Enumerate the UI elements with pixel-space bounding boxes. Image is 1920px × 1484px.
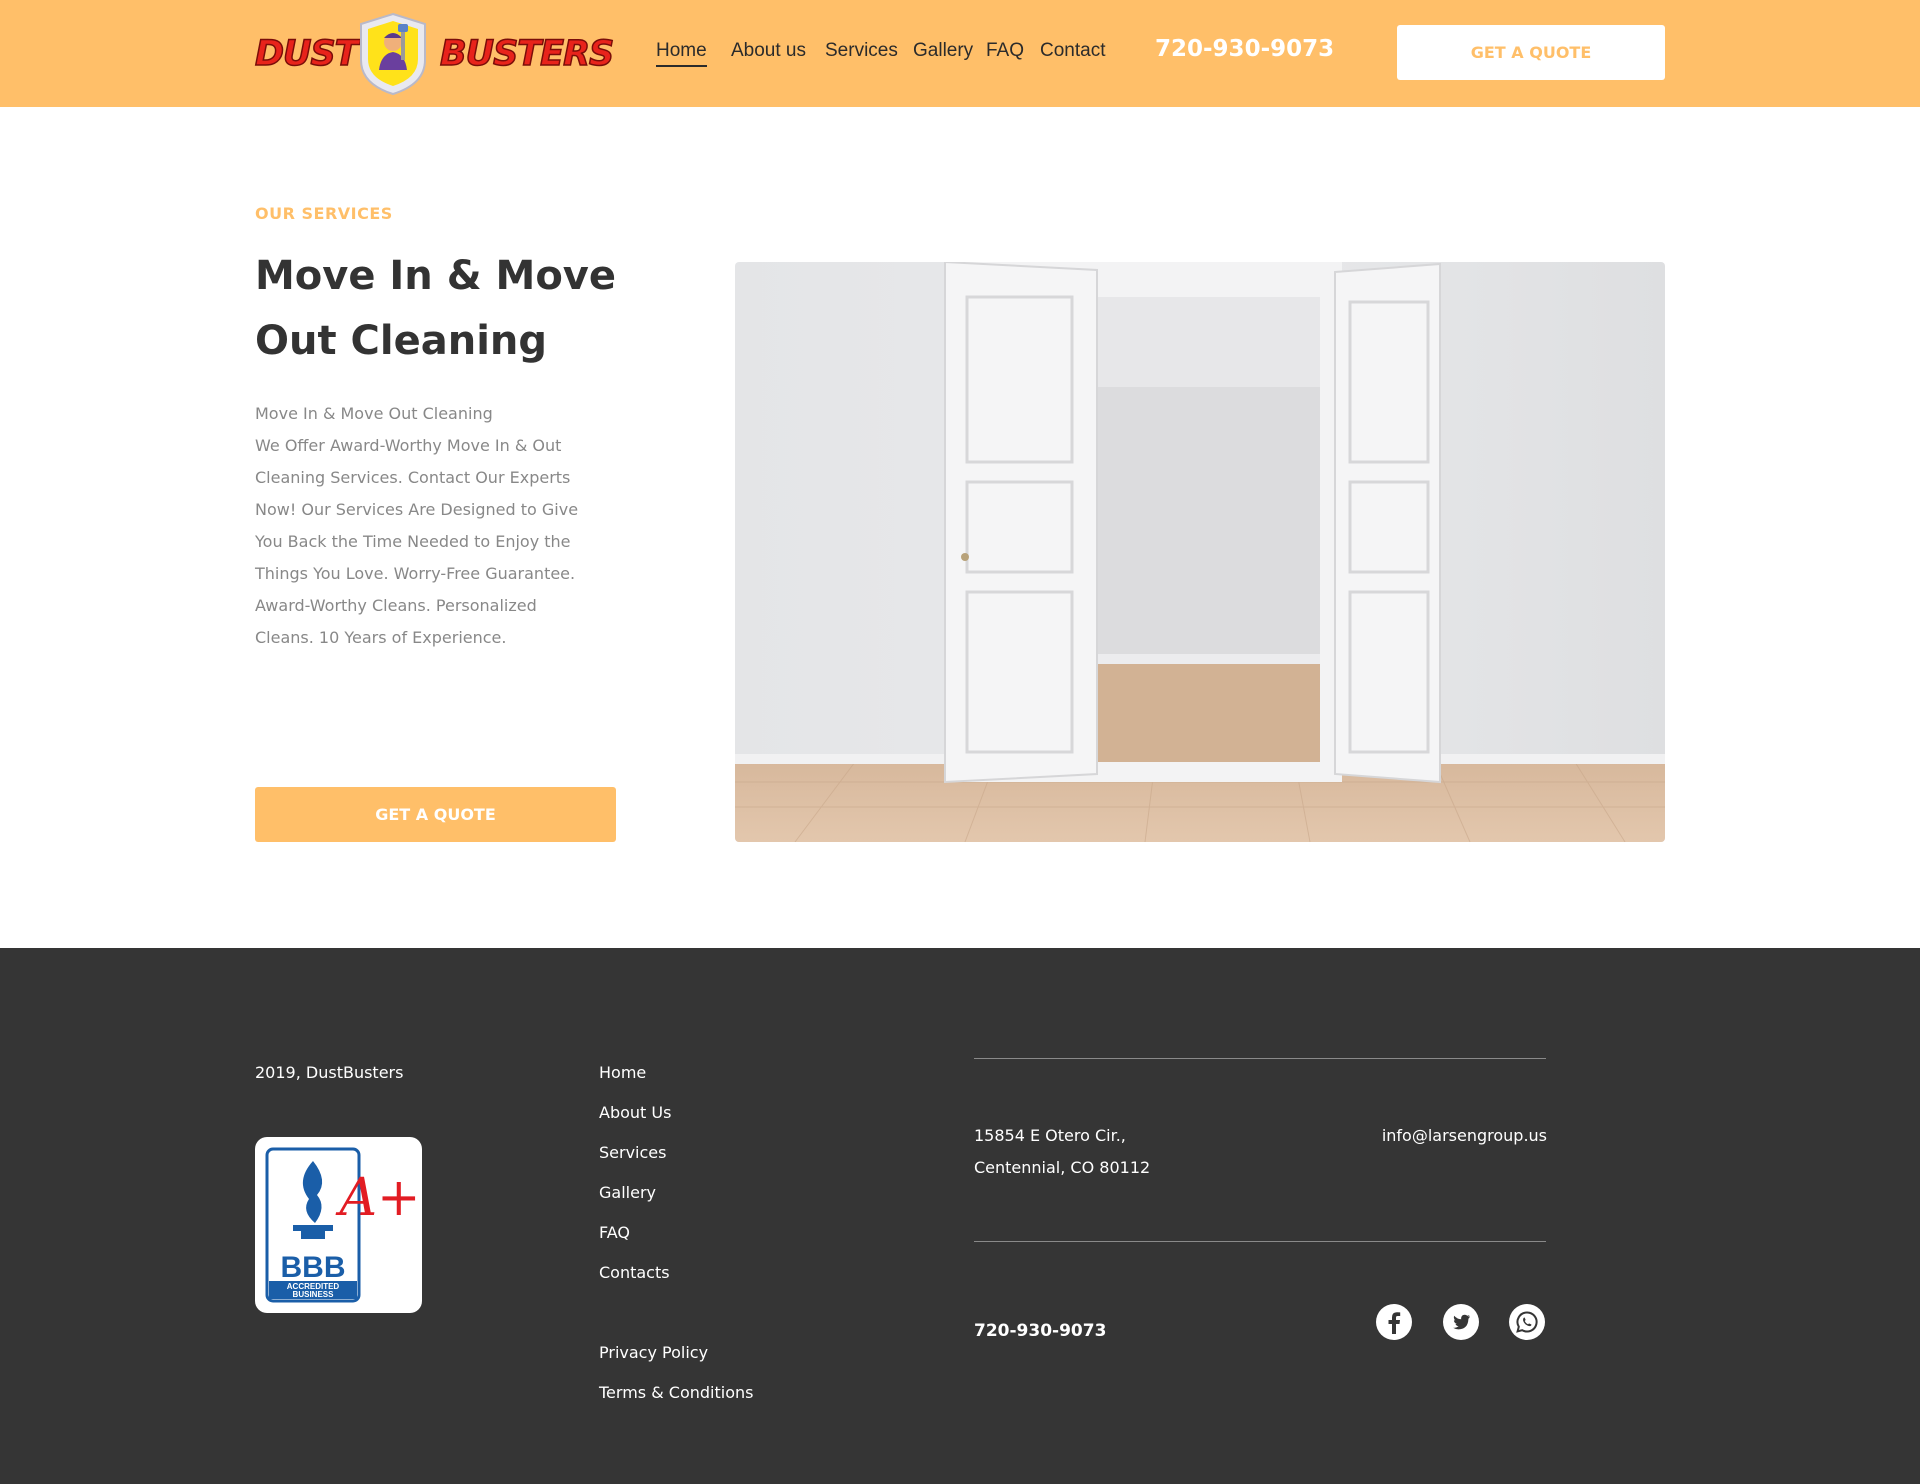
- footer-email-link[interactable]: info@larsengroup.us: [1375, 1120, 1547, 1152]
- svg-text:A+: A+: [335, 1168, 420, 1228]
- logo-word-right: BUSTERS: [439, 33, 615, 75]
- footer-legal-links: Privacy Policy Terms & Conditions: [599, 1343, 753, 1423]
- copyright-text: 2019, DustBusters: [255, 1063, 404, 1082]
- footer-link-faq[interactable]: FAQ: [599, 1223, 671, 1263]
- footer-address: 15854 E Otero Cir., Centennial, CO 80112: [974, 1120, 1150, 1184]
- section-eyebrow: OUR SERVICES: [255, 204, 393, 223]
- description-line: Things You Love. Worry-Free Guarantee.: [255, 564, 576, 583]
- bbb-accredited-badge[interactable]: BBB ACCREDITED BUSINESS A+: [255, 1137, 422, 1313]
- whatsapp-icon[interactable]: [1509, 1304, 1545, 1340]
- main-get-quote-button[interactable]: GET A QUOTE: [255, 787, 616, 842]
- facebook-icon[interactable]: [1376, 1304, 1412, 1340]
- privacy-policy-link[interactable]: Privacy Policy: [599, 1343, 753, 1383]
- footer-link-services[interactable]: Services: [599, 1143, 671, 1183]
- empty-room-photo: [735, 262, 1665, 842]
- page-title: Move In & Move Out Cleaning: [255, 253, 616, 364]
- service-description: Move In & Move Out Cleaning We Offer Awa…: [255, 398, 595, 654]
- logo-word-left: DUST: [254, 33, 359, 75]
- bbb-logo: BBB ACCREDITED BUSINESS A+: [265, 1147, 421, 1303]
- nav-item-contact[interactable]: Contact: [1040, 40, 1105, 62]
- footer-phone-link[interactable]: 720-930-9073: [974, 1321, 1106, 1341]
- description-line: Award-Worthy Cleans. Personalized: [255, 596, 537, 615]
- footer-divider-bottom: [974, 1241, 1546, 1242]
- site-header: DUST BUSTERS Home About us Services Gall…: [0, 0, 1920, 107]
- header-get-quote-button[interactable]: GET A QUOTE: [1397, 25, 1665, 80]
- svg-text:BBB: BBB: [281, 1251, 346, 1284]
- nav-item-services[interactable]: Services: [825, 40, 898, 62]
- nav-item-faq[interactable]: FAQ: [986, 40, 1024, 62]
- nav-item-gallery[interactable]: Gallery: [913, 40, 973, 62]
- address-line-2: Centennial, CO 80112: [974, 1158, 1151, 1177]
- description-line: You Back the Time Needed to Enjoy the: [255, 532, 571, 551]
- description-line: Cleans. 10 Years of Experience.: [255, 628, 507, 647]
- description-line: We Offer Award-Worthy Move In & Out: [255, 436, 562, 455]
- footer-divider-top: [974, 1058, 1546, 1059]
- dustbusters-logo[interactable]: DUST BUSTERS: [254, 12, 615, 96]
- address-line-1: 15854 E Otero Cir.,: [974, 1126, 1126, 1145]
- description-line: Move In & Move Out Cleaning: [255, 404, 493, 423]
- header-phone-link[interactable]: 720-930-9073: [1155, 36, 1334, 62]
- twitter-icon[interactable]: [1443, 1304, 1479, 1340]
- footer-link-gallery[interactable]: Gallery: [599, 1183, 671, 1223]
- svg-text:BUSINESS: BUSINESS: [293, 1290, 335, 1299]
- terms-conditions-link[interactable]: Terms & Conditions: [599, 1383, 753, 1423]
- logo-mascot-badge: [360, 12, 426, 96]
- nav-item-home[interactable]: Home: [656, 40, 707, 67]
- nav-item-about-us[interactable]: About us: [731, 40, 806, 62]
- footer-link-home[interactable]: Home: [599, 1063, 671, 1103]
- site-footer: 2019, DustBusters BBB ACCREDITED BUSINES…: [0, 948, 1920, 1484]
- footer-nav: Home About Us Services Gallery FAQ Conta…: [599, 1063, 671, 1303]
- empty-room-illustration: [735, 262, 1665, 842]
- footer-link-about-us[interactable]: About Us: [599, 1103, 671, 1143]
- footer-link-contacts[interactable]: Contacts: [599, 1263, 671, 1303]
- description-line: Cleaning Services. Contact Our Experts: [255, 468, 571, 487]
- description-line: Now! Our Services Are Designed to Give: [255, 500, 579, 519]
